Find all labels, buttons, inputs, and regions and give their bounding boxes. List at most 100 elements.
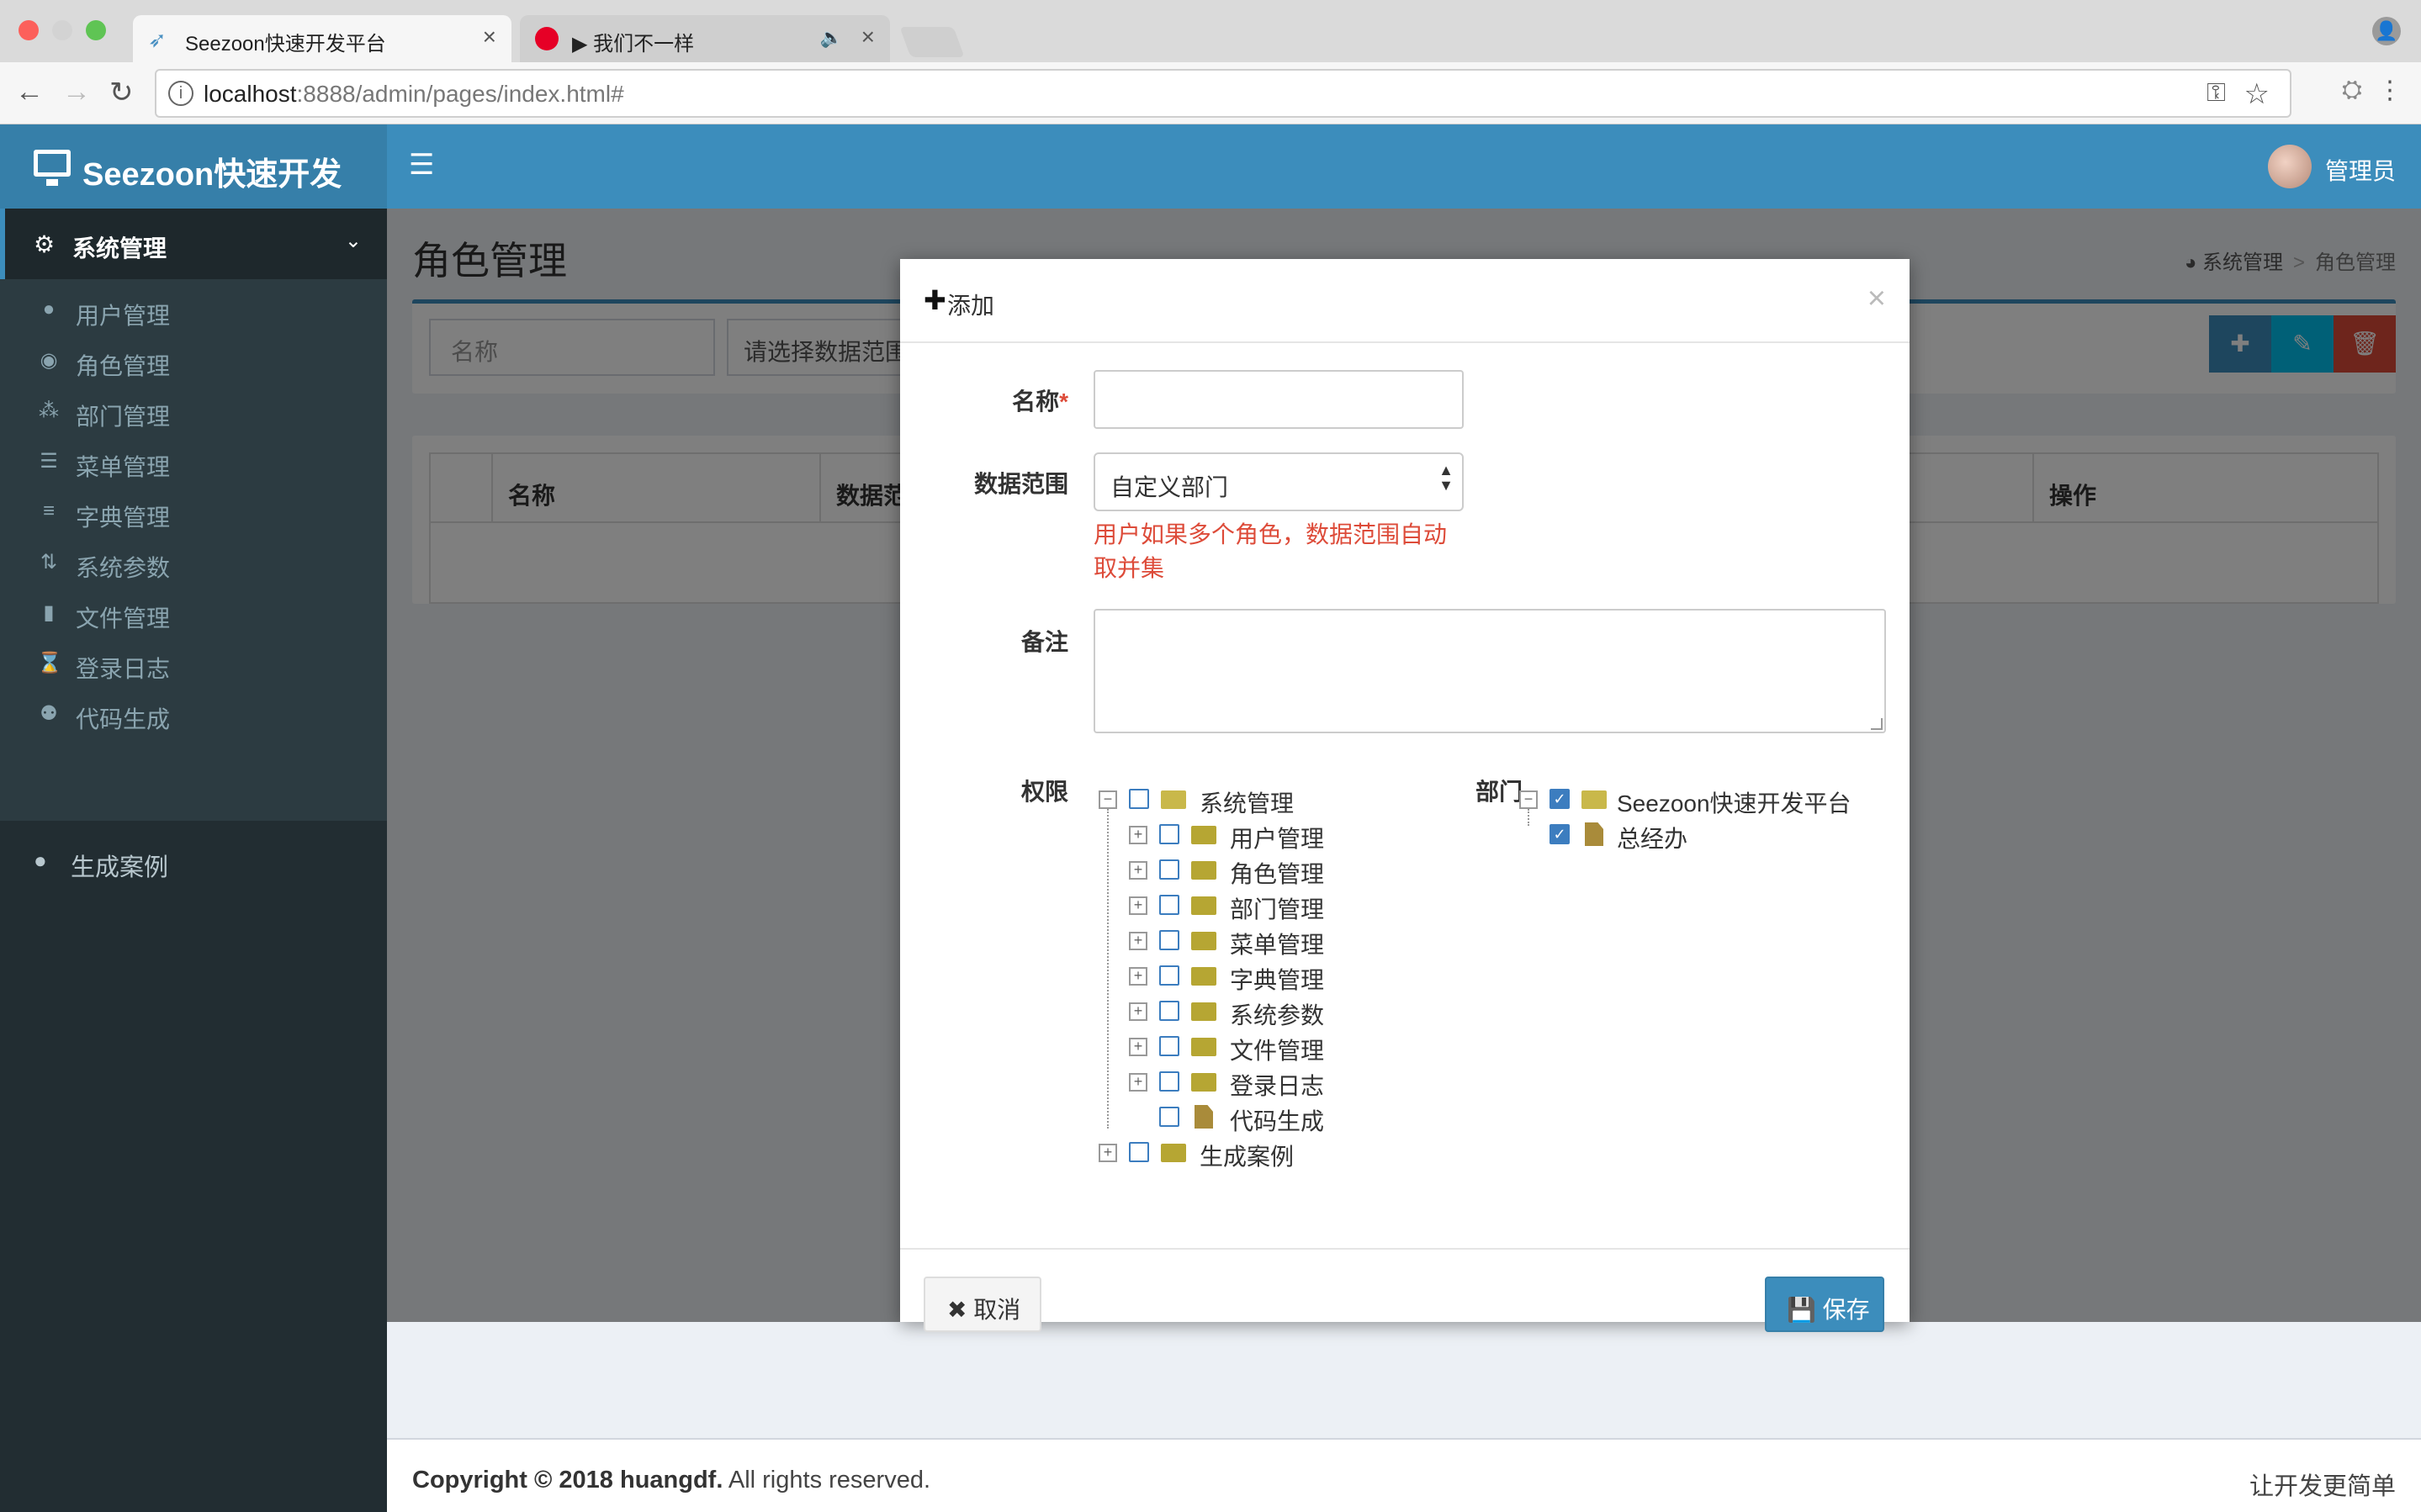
sidebar-item-files[interactable]: ▮ 文件管理	[0, 589, 387, 639]
checkbox[interactable]	[1159, 1071, 1179, 1092]
node-label: 字典管理	[1230, 967, 1325, 993]
tree-line	[1107, 809, 1109, 1129]
name-input[interactable]	[1094, 370, 1464, 429]
collapse-icon[interactable]: −	[1099, 790, 1117, 809]
expand-icon[interactable]: +	[1129, 1038, 1147, 1056]
checkbox[interactable]	[1159, 930, 1179, 950]
checkbox[interactable]	[1159, 895, 1179, 915]
times-icon: ✖	[947, 1297, 967, 1323]
info-icon[interactable]: i	[168, 81, 193, 106]
sidebar-item-codegen[interactable]: ⚉ 代码生成	[0, 690, 387, 740]
node-label: 生成案例	[1200, 1144, 1295, 1170]
cancel-button[interactable]: ✖ 取消	[924, 1277, 1041, 1332]
minimize-window-icon[interactable]	[52, 20, 72, 40]
tab-seezoon[interactable]: ➶ Seezoon快速开发平台 ×	[133, 15, 511, 62]
logo[interactable]: Seezoon快速开发	[0, 124, 387, 209]
sidebar-section-label: 系统管理	[72, 235, 167, 262]
close-window-icon[interactable]	[19, 20, 39, 40]
speaker-icon[interactable]: 🔈	[820, 27, 843, 49]
checkbox[interactable]	[1159, 965, 1179, 986]
scope-help-text: 用户如果多个角色，数据范围自动取并集	[1094, 521, 1448, 581]
node-label: 菜单管理	[1230, 932, 1325, 958]
checkbox-checked[interactable]: ✓	[1550, 789, 1570, 809]
extension-icon[interactable]: ⛭	[2342, 76, 2362, 104]
bookmark-star-icon[interactable]: ☆	[2244, 77, 2270, 111]
cogs-icon: ⚙	[34, 231, 56, 257]
checkbox[interactable]	[1159, 1107, 1179, 1127]
reload-icon[interactable]: ↻	[109, 76, 134, 109]
close-icon[interactable]: ×	[1867, 281, 1886, 317]
browser-tab-strip: ➶ Seezoon快速开发平台 × ▶ 我们不一样 🔈 × 👤	[0, 0, 2421, 62]
sidebar-item-label: 文件管理	[76, 605, 171, 632]
folder-icon	[1191, 896, 1216, 915]
new-tab-button[interactable]	[899, 27, 965, 57]
node-label: 系统管理	[1200, 790, 1295, 817]
expand-icon[interactable]: +	[1129, 826, 1147, 844]
folder-icon	[1191, 1073, 1216, 1092]
forward-arrow-icon[interactable]: →	[62, 76, 91, 108]
expand-icon[interactable]: +	[1129, 1002, 1147, 1021]
back-arrow-icon[interactable]: ←	[15, 76, 44, 108]
profile-icon[interactable]: 👤	[2372, 17, 2401, 45]
node-label: Seezoon快速开发平台	[1617, 790, 1852, 817]
sidebar-toggle-icon[interactable]: ☰	[409, 148, 434, 182]
code-icon: ⚉	[40, 702, 58, 725]
sidebar-section-system[interactable]: ⚙ 系统管理 ⌄	[0, 209, 387, 279]
scope-label: 数据范围	[973, 471, 1068, 497]
tab-close-icon[interactable]: ×	[861, 24, 875, 50]
node-label: 用户管理	[1230, 826, 1325, 852]
folder-icon	[1161, 1144, 1186, 1162]
expand-icon[interactable]: +	[1099, 1144, 1117, 1162]
modal-header: ✚ 添加 ×	[900, 259, 1910, 343]
collapse-icon[interactable]: −	[1519, 790, 1538, 809]
sidebar-item-label: 代码生成	[76, 706, 171, 732]
department-tree: − ✓ Seezoon快速开发平台 ✓ 总经办	[1519, 782, 1889, 883]
remark-label: 备注	[1020, 629, 1068, 655]
avatar	[2268, 145, 2312, 188]
sidebar-item-examples[interactable]: ● 生成案例	[0, 831, 387, 891]
sidebar: ⚙ 系统管理 ⌄ ● 用户管理 ◉ 角色管理 ⁂ 部门管理 ☰ 菜单管理 ≡ 字典管理 ⇅…	[0, 209, 387, 1512]
user-name: 管理员	[2324, 158, 2396, 184]
remark-textarea[interactable]	[1094, 609, 1886, 733]
checkbox[interactable]	[1159, 824, 1179, 844]
netease-music-icon	[535, 27, 559, 50]
checkbox[interactable]	[1159, 1001, 1179, 1021]
save-button[interactable]: 💾 保存	[1765, 1277, 1884, 1332]
node-label: 部门管理	[1230, 896, 1325, 923]
address-bar[interactable]: i localhost:8888/admin/pages/index.html#…	[155, 69, 2291, 118]
resize-handle[interactable]	[1871, 718, 1883, 730]
permission-label: 权限	[1020, 779, 1068, 805]
sidebar-item-label: 菜单管理	[76, 454, 171, 480]
menu-dots-icon[interactable]: ⋮	[2377, 76, 2402, 105]
checkbox[interactable]	[1129, 789, 1149, 809]
tab-music[interactable]: ▶ 我们不一样 🔈 ×	[520, 15, 890, 62]
expand-icon[interactable]: +	[1129, 896, 1147, 915]
expand-icon[interactable]: +	[1129, 861, 1147, 880]
node-label: 总经办	[1617, 826, 1688, 852]
tab-close-icon[interactable]: ×	[483, 24, 496, 50]
expand-icon[interactable]: +	[1129, 967, 1147, 986]
sidebar-item-roles[interactable]: ◉ 角色管理	[0, 336, 387, 387]
sidebar-item-label: 用户管理	[76, 303, 171, 329]
checkbox-checked[interactable]: ✓	[1550, 824, 1570, 844]
key-icon[interactable]: ⚿	[2206, 79, 2226, 108]
sidebar-item-users[interactable]: ● 用户管理	[0, 286, 387, 336]
checkbox[interactable]	[1159, 1036, 1179, 1056]
checkbox[interactable]	[1129, 1142, 1149, 1162]
scope-select[interactable]: 自定义部门 ▲ ▼	[1094, 452, 1464, 511]
user-icon: ●	[34, 848, 47, 873]
file-icon	[1585, 822, 1603, 846]
folder-open-icon	[1161, 790, 1186, 809]
expand-icon[interactable]: +	[1129, 1073, 1147, 1092]
maximize-window-icon[interactable]	[86, 20, 106, 40]
sidebar-item-params[interactable]: ⇅ 系统参数	[0, 538, 387, 589]
modal-title: 添加	[947, 293, 995, 319]
sidebar-item-dicts[interactable]: ≡ 字典管理	[0, 488, 387, 538]
sidebar-item-login-log[interactable]: ⌛ 登录日志	[0, 639, 387, 690]
expand-icon[interactable]: +	[1129, 932, 1147, 950]
checkbox[interactable]	[1159, 859, 1179, 880]
sidebar-item-menus[interactable]: ☰ 菜单管理	[0, 437, 387, 488]
cancel-label: 取消	[973, 1297, 1021, 1323]
url-text: localhost:8888/admin/pages/index.html#	[204, 81, 624, 107]
sidebar-item-departments[interactable]: ⁂ 部门管理	[0, 387, 387, 437]
